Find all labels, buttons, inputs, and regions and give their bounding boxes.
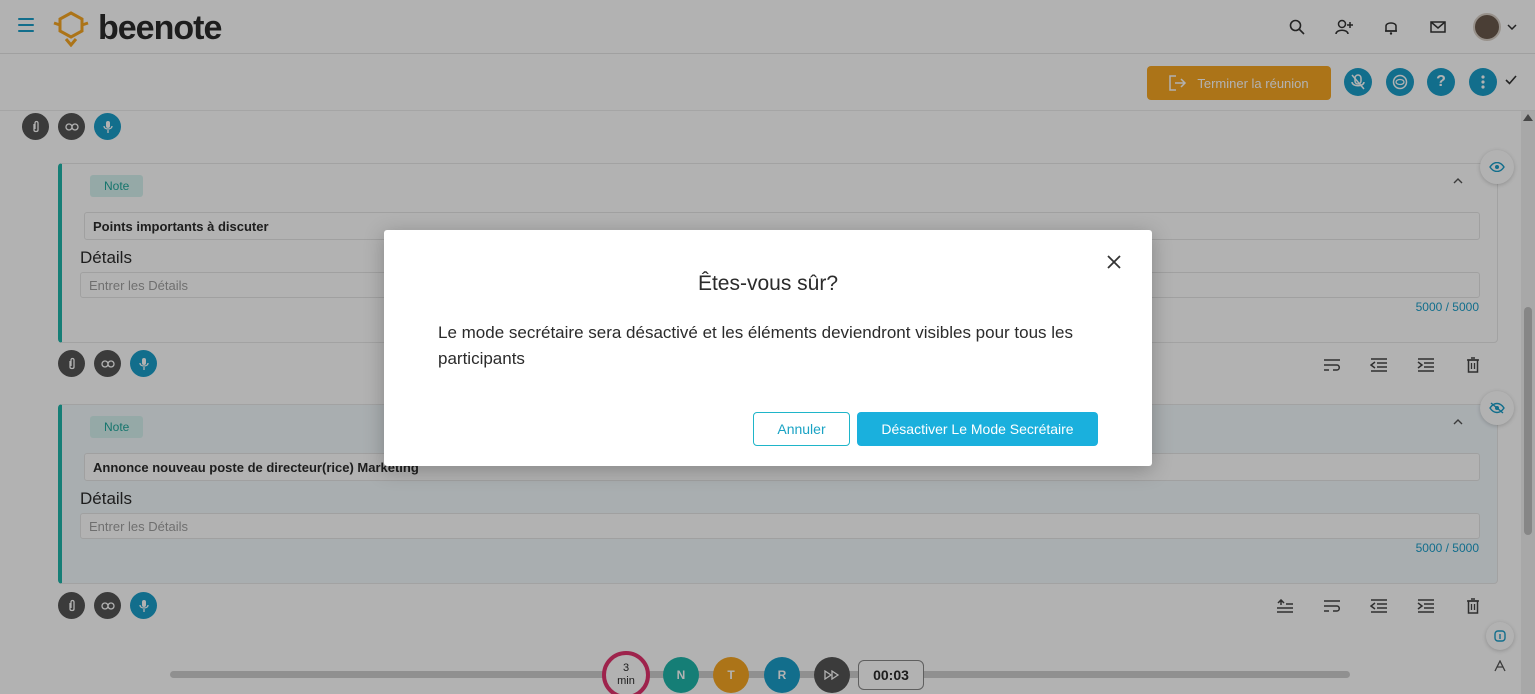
close-icon[interactable] [1104,252,1124,272]
dialog-title: Êtes-vous sûr? [697,272,839,295]
dialog-message: Le mode secrétaire sera désactivé et les… [438,323,1074,368]
disable-secretary-mode-button[interactable]: Désactiver Le Mode Secrétaire [857,412,1098,446]
confirm-dialog: Êtes-vous sûr? Le mode secrétaire sera d… [384,230,1152,466]
cancel-button[interactable]: Annuler [753,412,850,446]
